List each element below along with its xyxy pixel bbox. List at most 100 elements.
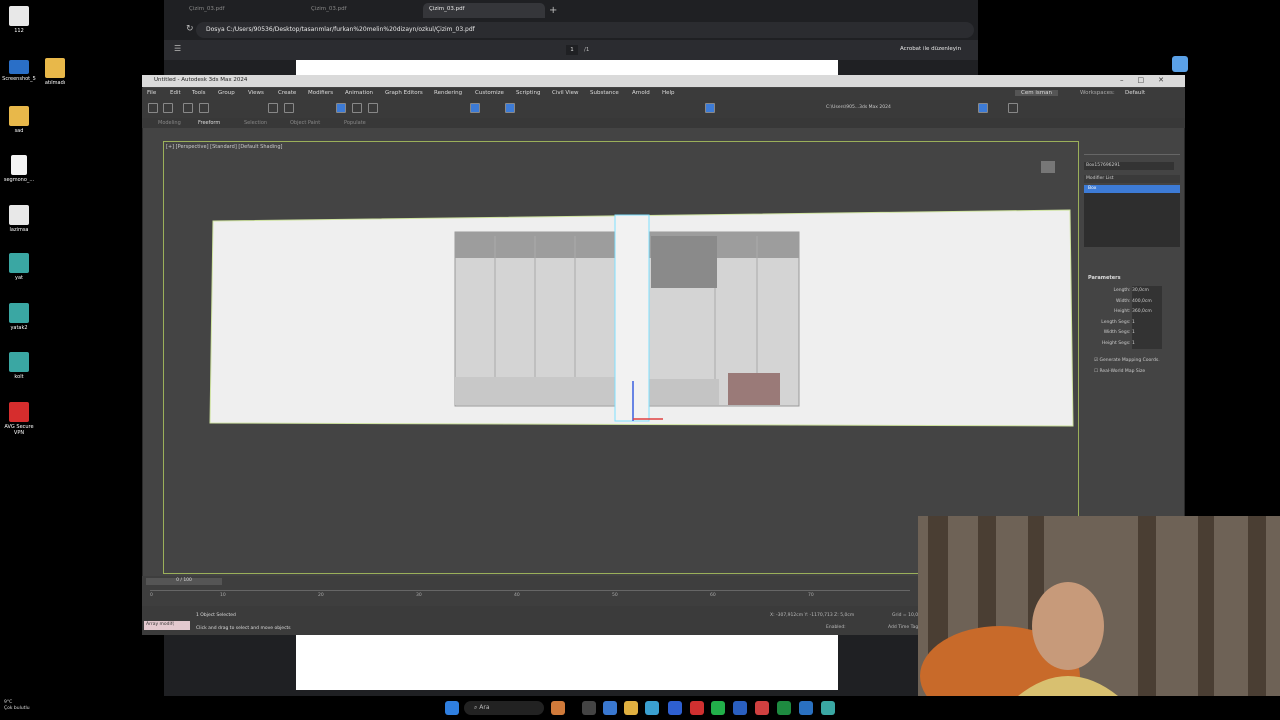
move-icon[interactable] xyxy=(336,103,346,113)
opera-icon[interactable] xyxy=(690,701,704,715)
taskbar-widgets-icon[interactable] xyxy=(551,701,565,715)
ribbon-tab-modeling[interactable]: Modeling xyxy=(158,120,181,126)
desktop-icon-lazimsa[interactable]: lazimsa xyxy=(2,205,36,233)
ribbon-tab-freeform[interactable]: Freeform xyxy=(198,120,220,126)
folder-icon[interactable] xyxy=(624,701,638,715)
time-slider[interactable]: 0 / 100 xyxy=(146,578,222,585)
desktop-icon-folder[interactable]: atılmadı xyxy=(38,58,72,86)
start-icon[interactable] xyxy=(445,701,459,715)
3dsmax-taskbar-icon[interactable] xyxy=(821,701,835,715)
desktop-icon-avg-vpn[interactable]: AVG Secure VPN xyxy=(2,402,36,436)
menu-edit[interactable]: Edit xyxy=(170,90,181,96)
menu-help[interactable]: Help xyxy=(662,90,675,96)
link-icon[interactable] xyxy=(183,103,193,113)
desktop-icon-112[interactable]: 112 xyxy=(2,6,36,34)
tab-1[interactable]: Çizim_03.pdf xyxy=(183,3,301,18)
real-world-map-checkbox[interactable]: ☐ Real-World Map Size xyxy=(1094,366,1160,377)
select-object-icon[interactable] xyxy=(268,103,278,113)
unlink-icon[interactable] xyxy=(199,103,209,113)
window-controls[interactable]: –□✕ xyxy=(1120,76,1178,84)
width-segs-spinner[interactable]: 1 xyxy=(1132,328,1162,339)
menu-create[interactable]: Create xyxy=(278,90,296,96)
menu-tools[interactable]: Tools xyxy=(192,90,206,96)
project-path[interactable]: C:\Users\905...3ds Max 2024 xyxy=(826,105,891,110)
select-by-name-icon[interactable] xyxy=(284,103,294,113)
scale-icon[interactable] xyxy=(368,103,378,113)
menu-customize[interactable]: Customize xyxy=(475,90,504,96)
render-icon[interactable] xyxy=(1008,103,1018,113)
add-time-tag[interactable]: Add Time Tag xyxy=(888,625,918,630)
excel-icon[interactable] xyxy=(777,701,791,715)
address-bar[interactable]: Dosya C:/Users/90536/Desktop/tasarımlar/… xyxy=(196,22,974,38)
menu-group[interactable]: Group xyxy=(218,90,235,96)
menu-substance[interactable]: Substance xyxy=(590,90,619,96)
edge-icon[interactable] xyxy=(645,701,659,715)
chrome-icon[interactable] xyxy=(755,701,769,715)
tab-2[interactable]: Çizim_03.pdf xyxy=(305,3,421,18)
desktop-icon-kolt[interactable]: kolt xyxy=(2,352,36,380)
track-bar-ruler[interactable]: 0 10 20 30 40 50 60 70 xyxy=(150,590,910,602)
menu-graph-editors[interactable]: Graph Editors xyxy=(385,90,423,96)
angle-snap-icon[interactable] xyxy=(505,103,515,113)
desktop-icon-sad[interactable]: sad xyxy=(2,106,36,134)
task-view-icon[interactable] xyxy=(582,701,596,715)
spotify-icon[interactable] xyxy=(711,701,725,715)
weather-widget[interactable]: 9°C Çok bulutlu xyxy=(4,700,30,712)
app3-icon[interactable] xyxy=(799,701,813,715)
generate-mapping-checkbox[interactable]: ☑ Generate Mapping Coords. xyxy=(1094,355,1160,366)
app-icon[interactable] xyxy=(668,701,682,715)
taskbar-search[interactable]: ⌕ Ara xyxy=(464,701,544,715)
menu-modifiers[interactable]: Modifiers xyxy=(308,90,333,96)
file-explorer-icon[interactable] xyxy=(603,701,617,715)
ribbon-tab-selection[interactable]: Selection xyxy=(244,120,267,126)
menu-file[interactable]: File xyxy=(147,90,156,96)
height-segs-spinner[interactable]: 1 xyxy=(1132,338,1162,349)
maxscript-listener[interactable]: Array modif( xyxy=(144,621,190,630)
selection-status: 1 Object Selected xyxy=(196,613,236,618)
menu-arnold[interactable]: Arnold xyxy=(632,90,650,96)
length-spinner[interactable]: 30,0cm xyxy=(1132,286,1162,297)
webcam-image xyxy=(918,516,1280,696)
ribbon-tab-populate[interactable]: Populate xyxy=(344,120,366,126)
graph-editor-icon[interactable] xyxy=(705,103,715,113)
redo-icon[interactable] xyxy=(163,103,173,113)
workspaces-dropdown[interactable]: Default xyxy=(1125,90,1145,96)
reload-icon[interactable]: ↻ xyxy=(186,24,194,34)
modifier-stack[interactable]: Box xyxy=(1084,185,1180,247)
object-name-field[interactable]: Box157696291 xyxy=(1084,162,1174,170)
parameters-rollout-title[interactable]: Parameters xyxy=(1088,275,1121,281)
menu-animation[interactable]: Animation xyxy=(345,90,373,96)
height-spinner[interactable]: 360,0cm xyxy=(1132,307,1162,318)
menu-scripting[interactable]: Scripting xyxy=(516,90,540,96)
menu-rendering[interactable]: Rendering xyxy=(434,90,462,96)
modifier-stack-item-box[interactable]: Box xyxy=(1084,185,1180,193)
menu-views[interactable]: Views xyxy=(248,90,264,96)
length-segs-spinner[interactable]: 1 xyxy=(1132,317,1162,328)
desktop-icon-yat[interactable]: yat xyxy=(2,253,36,281)
modifier-list-dropdown[interactable]: Modifier List xyxy=(1084,175,1180,183)
render-setup-icon[interactable] xyxy=(978,103,988,113)
coordinate-readout[interactable]: X: -307,912cm Y: -1170,713 Z: 5,0cm xyxy=(770,613,854,618)
enabled-label: Enabled: xyxy=(826,625,846,630)
param-length-segs: Length Segs: 1 xyxy=(1090,317,1162,328)
user-account[interactable]: Cem isman xyxy=(1015,90,1058,96)
ribbon-tab-object-paint[interactable]: Object Paint xyxy=(290,120,320,126)
undo-icon[interactable] xyxy=(148,103,158,113)
desktop-icon-yatak2[interactable]: yatak2 xyxy=(2,303,36,331)
page-number-input[interactable]: 1 xyxy=(566,45,578,55)
ruler-tick: 30 xyxy=(416,593,422,598)
menu-civil-view[interactable]: Civil View xyxy=(552,90,578,96)
app2-icon[interactable] xyxy=(733,701,747,715)
recycle-bin-icon[interactable] xyxy=(1172,56,1188,72)
desktop-icon-screenshot[interactable]: Screenshot_5 xyxy=(2,60,36,82)
menu-icon[interactable]: ☰ xyxy=(174,44,181,53)
width-spinner[interactable]: 400,0cm xyxy=(1132,296,1162,307)
parameters-list: Length: 30,0cm Width: 400,0cm Height: 36… xyxy=(1090,286,1162,349)
tab-3-active[interactable]: Çizim_03.pdf xyxy=(423,3,545,18)
acrobat-edit-button[interactable]: Acrobat ile düzenleyin xyxy=(900,46,961,52)
command-panel-tabs[interactable] xyxy=(1084,147,1180,155)
new-tab-button[interactable]: + xyxy=(549,5,557,16)
desktop-icon-segmono[interactable]: segmono_... xyxy=(2,155,36,183)
snap-icon[interactable] xyxy=(470,103,480,113)
rotate-icon[interactable] xyxy=(352,103,362,113)
